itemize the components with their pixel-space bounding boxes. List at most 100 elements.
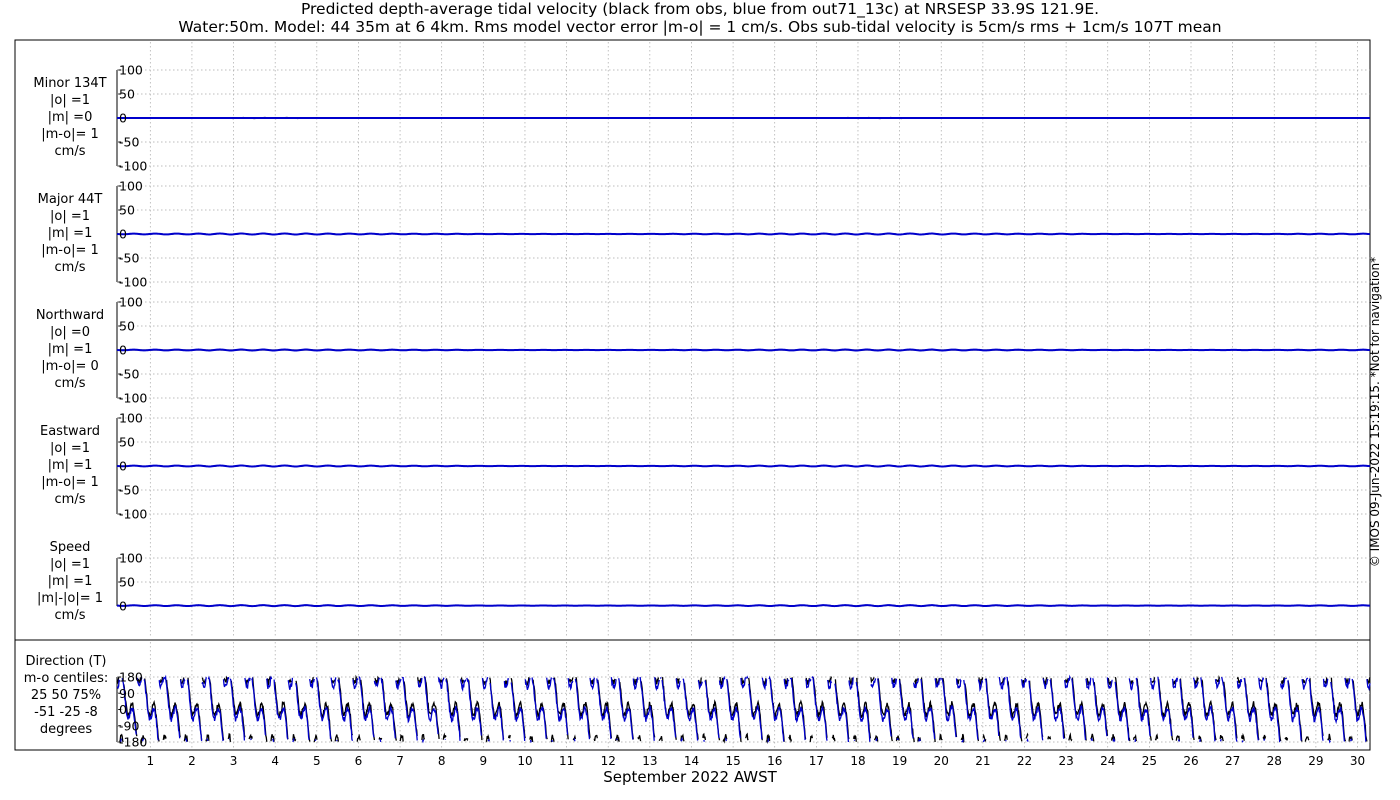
x-tick-label: 7 (396, 754, 404, 768)
y-tick-label: 0 (119, 111, 127, 126)
panel-label-line: |m| =1 (47, 342, 93, 357)
y-tick-label: -50 (119, 367, 139, 382)
chart-title-line-1: Predicted depth-average tidal velocity (… (300, 0, 1100, 18)
y-tick-label: 0 (119, 459, 127, 474)
y-tick-label: 50 (119, 575, 135, 590)
y-tick-label: -100 (119, 159, 147, 174)
x-tick-label: 15 (725, 754, 740, 768)
x-tick-label: 1 (146, 754, 154, 768)
y-tick-label: -50 (119, 251, 139, 266)
x-tick-label: 13 (642, 754, 657, 768)
x-tick-label: 9 (480, 754, 488, 768)
y-tick-label: 50 (119, 435, 135, 450)
y-tick-label: 50 (119, 87, 135, 102)
panel-label-speed: Speed |o| =1 |m| =1 |m|-|o|= 1 cm/s (20, 539, 120, 624)
panel-label-line: Northward (35, 308, 105, 323)
panel-label-line: |m-o|= 0 (41, 359, 99, 374)
panel-label-line: -51 -25 -8 (34, 705, 98, 720)
panel-label-line: cm/s (54, 260, 86, 275)
y-tick-label: 90 (119, 686, 135, 701)
x-tick-label: 27 (1225, 754, 1240, 768)
tick-labels: 1 2 3 4 5 6 7 8 9 10 11 12 13 14 15 16 17 18 19 20 21 22 23 24 2… (119, 63, 1365, 769)
plot-frames (14, 39, 1371, 751)
y-tick-label: 100 (119, 295, 143, 310)
gridlines (117, 42, 1370, 748)
data-series (116, 116, 1371, 745)
model-series-line (116, 464, 1371, 468)
y-tick-label: -50 (119, 483, 139, 498)
x-tick-label: 2 (188, 754, 196, 768)
panel-label-minor: Minor 134T |o| =1 |m| =0 |m-o|= 1 cm/s (20, 75, 120, 160)
y-tick-label: -100 (119, 391, 147, 406)
panel-label-line: degrees (39, 722, 93, 737)
panel-label-line: Minor 134T (33, 76, 107, 91)
panel-label-line: |m|-|o|= 1 (36, 591, 104, 606)
y-tick-label: 100 (119, 179, 143, 194)
x-tick-label: 23 (1058, 754, 1073, 768)
panel-label-line: cm/s (54, 376, 86, 391)
y-tick-label: 0 (119, 599, 127, 614)
panel-label-line: cm/s (54, 144, 86, 159)
x-tick-label: 12 (601, 754, 616, 768)
x-tick-label: 8 (438, 754, 446, 768)
x-tick-label: 16 (767, 754, 782, 768)
panel-label-northward: Northward |o| =0 |m| =1 |m-o|= 0 cm/s (20, 307, 120, 392)
panel-label-line: |o| =1 (49, 93, 90, 108)
y-tick-label: 100 (119, 63, 143, 78)
x-tick-label: 4 (271, 754, 279, 768)
y-tick-label: 0 (119, 702, 127, 717)
y-tick-label: -50 (119, 135, 139, 150)
model-series-line (116, 348, 1371, 352)
panel-label-line: |m-o|= 1 (41, 475, 99, 490)
panel-label-line: 25 50 75% (30, 688, 102, 703)
y-tick-label: 50 (119, 203, 135, 218)
x-tick-label: 3 (230, 754, 238, 768)
x-tick-label: 28 (1267, 754, 1282, 768)
model-series-line (116, 232, 1371, 236)
panel-label-major: Major 44T |o| =1 |m| =1 |m-o|= 1 cm/s (20, 191, 120, 276)
y-tick-label: -100 (119, 507, 147, 522)
x-tick-label: 30 (1350, 754, 1365, 768)
y-tick-label: 0 (119, 227, 127, 242)
chart-figure: 1 2 3 4 5 6 7 8 9 10 11 12 13 14 15 16 17 18 19 20 21 22 23 24 2… (14, 39, 1371, 769)
panel-label-line: Major 44T (37, 192, 103, 207)
x-tick-label: 29 (1308, 754, 1323, 768)
x-tick-label: 17 (809, 754, 824, 768)
x-tick-label: 19 (892, 754, 907, 768)
panel-label-line: |m| =0 (47, 110, 93, 125)
panel-label-line: |m-o|= 1 (41, 127, 99, 142)
panel-label-line: m-o centiles: (23, 671, 109, 686)
panel-label-line: cm/s (54, 608, 86, 623)
x-tick-label: 5 (313, 754, 321, 768)
panel-label-line: Speed (49, 540, 91, 555)
direction-figure-frame (14, 639, 1371, 751)
y-tick-label: 0 (119, 343, 127, 358)
panel-label-line: |o| =1 (49, 209, 90, 224)
panel-label-line: cm/s (54, 492, 86, 507)
panel-label-line: |m| =1 (47, 226, 93, 241)
x-tick-label: 18 (850, 754, 865, 768)
x-tick-label: 25 (1142, 754, 1157, 768)
model-series-line (116, 604, 1371, 608)
x-tick-label: 20 (934, 754, 949, 768)
x-tick-label: 14 (684, 754, 699, 768)
y-tick-label: 100 (119, 411, 143, 426)
y-tick-label: -100 (119, 275, 147, 290)
x-tick-label: 6 (355, 754, 363, 768)
y-tick-label: 100 (119, 551, 143, 566)
x-tick-label: 24 (1100, 754, 1115, 768)
panel-label-line: |m| =1 (47, 574, 93, 589)
panel-label-line: |o| =0 (49, 325, 90, 340)
x-tick-label: 10 (517, 754, 532, 768)
x-axis-label: September 2022 AWST (603, 768, 777, 786)
y-tick-label: 50 (119, 319, 135, 334)
y-tick-label: -180 (119, 735, 147, 750)
x-tick-label: 21 (975, 754, 990, 768)
y-tick-label: 180 (119, 670, 143, 685)
panel-label-line: |m| =1 (47, 458, 93, 473)
panel-label-line: Direction (T) (25, 654, 107, 669)
panel-label-direction: Direction (T) m-o centiles: 25 50 75% -5… (16, 653, 116, 738)
x-tick-label: 26 (1183, 754, 1198, 768)
copyright-text: © IMOS 09-Jun-2022 15:19:15. *Not for na… (1368, 256, 1382, 568)
panel-label-line: |m-o|= 1 (41, 243, 99, 258)
